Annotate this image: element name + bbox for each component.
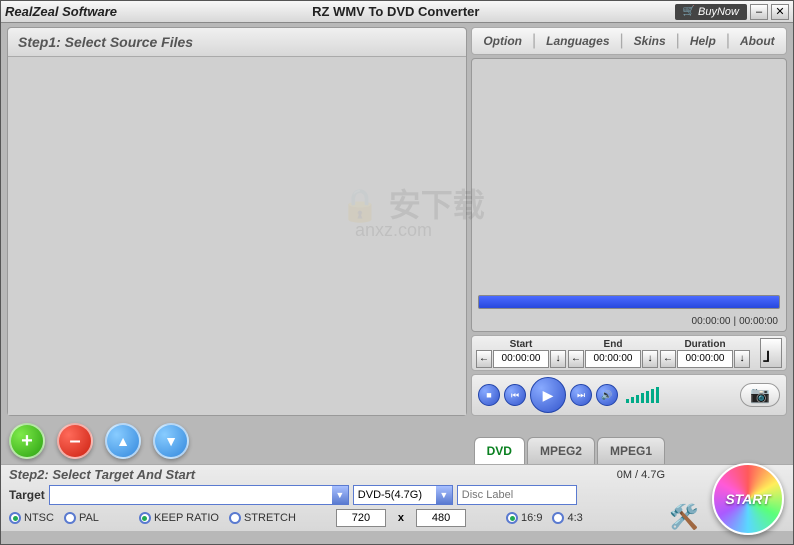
tab-mpeg2[interactable]: MPEG2 [527, 437, 595, 464]
close-button[interactable]: ✕ [771, 4, 789, 20]
dimension-x: x [398, 512, 404, 524]
trim-end-input[interactable] [585, 350, 641, 368]
disc-type-combo[interactable]: DVD-5(4.7G) ▼ [353, 485, 453, 505]
menu-option[interactable]: Option [477, 32, 528, 50]
player-controls: ■ ⏮ ▶ ⏭ 🔊 📷 [471, 374, 787, 416]
disc-type-value: DVD-5(4.7G) [354, 489, 436, 501]
trim-duration-label: Duration [684, 339, 725, 350]
tools-button[interactable]: 🛠️ [666, 499, 702, 535]
end-left-arrow-icon[interactable]: ← [568, 350, 584, 368]
minimize-button[interactable]: – [750, 4, 768, 20]
start-left-arrow-icon[interactable]: ← [476, 350, 492, 368]
tab-mpeg1[interactable]: MPEG1 [597, 437, 665, 464]
camera-icon: 📷 [750, 385, 770, 405]
file-list[interactable] [8, 57, 466, 415]
step1-header: Step1: Select Source Files [8, 28, 466, 57]
move-down-button[interactable]: ▼ [153, 423, 189, 459]
target-path-combo[interactable]: ▼ [49, 485, 349, 505]
buynow-button[interactable]: BuyNow [675, 4, 747, 20]
preview-area: 00:00:00|00:00:00 [471, 58, 787, 332]
time-current: 00:00:00 [692, 316, 731, 327]
target-label: Target [9, 488, 45, 502]
trim-start-label: Start [510, 339, 533, 350]
end-down-arrow-icon[interactable]: ↓ [642, 350, 658, 368]
menu-languages[interactable]: Languages [540, 32, 615, 50]
size-info: 0M / 4.7G [617, 469, 665, 481]
snapshot-button[interactable]: 📷 [740, 383, 780, 407]
stop-button[interactable]: ■ [478, 384, 500, 406]
brand-label: RealZeal Software [5, 4, 117, 19]
trim-bar: Start ← ↓ End ← ↓ Duration ← [471, 335, 787, 371]
menu-bar: Option| Languages| Skins| Help| About [471, 27, 787, 55]
play-button[interactable]: ▶ [530, 377, 566, 413]
menu-skins[interactable]: Skins [628, 32, 672, 50]
radio-16-9[interactable]: 16:9 [506, 512, 542, 524]
trim-end-label: End [604, 339, 623, 350]
move-up-button[interactable]: ▲ [105, 423, 141, 459]
volume-button[interactable]: 🔊 [596, 384, 618, 406]
radio-keep-ratio[interactable]: KEEP RATIO [139, 512, 219, 524]
preview-progress[interactable] [478, 295, 780, 309]
width-input[interactable] [336, 509, 386, 527]
radio-4-3[interactable]: 4:3 [552, 512, 582, 524]
add-file-button[interactable]: + [9, 423, 45, 459]
radio-ntsc[interactable]: NTSC [9, 512, 54, 524]
trim-start-input[interactable] [493, 350, 549, 368]
menu-about[interactable]: About [734, 32, 781, 50]
app-title: RZ WMV To DVD Converter [117, 4, 675, 19]
bracket-button[interactable]: 」 [760, 338, 782, 368]
action-row: + – ▲ ▼ DVD MPEG2 MPEG1 [1, 418, 793, 464]
radio-stretch[interactable]: STRETCH [229, 512, 296, 524]
time-display: 00:00:00|00:00:00 [692, 316, 778, 327]
duration-left-arrow-icon[interactable]: ← [660, 350, 676, 368]
dropdown-icon[interactable]: ▼ [332, 486, 348, 504]
radio-pal[interactable]: PAL [64, 512, 99, 524]
wrench-icon: 🛠️ [669, 503, 699, 532]
next-button[interactable]: ⏭ [570, 384, 592, 406]
disc-label-input[interactable] [457, 485, 577, 505]
menu-help[interactable]: Help [684, 32, 722, 50]
remove-file-button[interactable]: – [57, 423, 93, 459]
time-total: 00:00:00 [739, 316, 778, 327]
format-tabs: DVD MPEG2 MPEG1 [474, 437, 665, 464]
trim-duration-input[interactable] [677, 350, 733, 368]
start-down-arrow-icon[interactable]: ↓ [550, 350, 566, 368]
height-input[interactable] [416, 509, 466, 527]
prev-button[interactable]: ⏮ [504, 384, 526, 406]
volume-meter[interactable] [626, 387, 659, 403]
titlebar: RealZeal Software RZ WMV To DVD Converte… [1, 1, 793, 23]
step2-header: Step2: Select Target And Start [9, 467, 195, 482]
start-button[interactable]: START [712, 463, 784, 535]
tab-dvd[interactable]: DVD [474, 437, 525, 464]
dropdown-icon[interactable]: ▼ [436, 486, 452, 504]
source-files-panel: Step1: Select Source Files [7, 27, 467, 416]
duration-down-arrow-icon[interactable]: ↓ [734, 350, 750, 368]
